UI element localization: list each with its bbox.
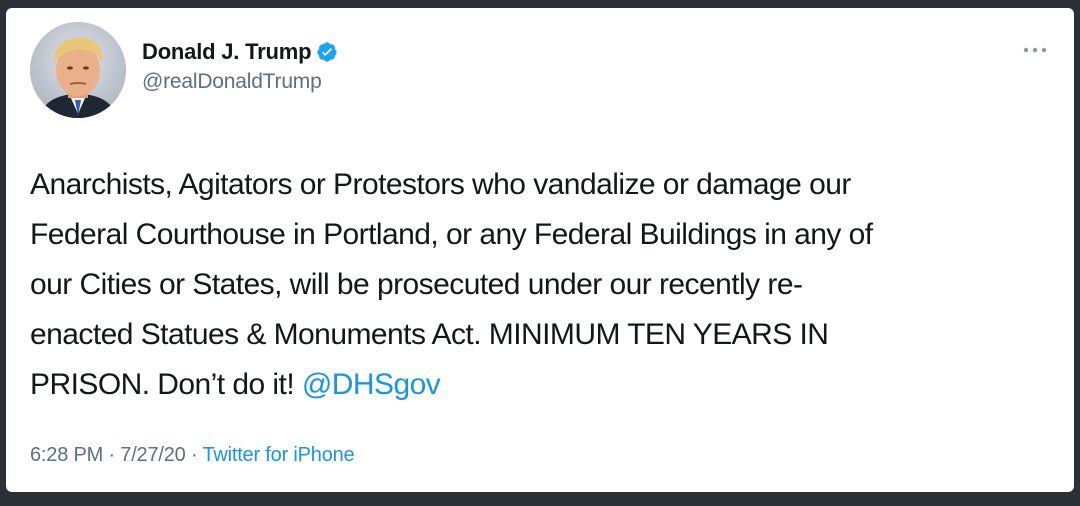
meta-separator: · [185, 444, 203, 466]
screenshot-frame: Donald J. Trump @realDonaldTrump Anarchi… [0, 0, 1080, 506]
author-handle[interactable]: @realDonaldTrump [142, 70, 338, 94]
author-display-name[interactable]: Donald J. Trump [142, 39, 312, 65]
tweet-text-segment: PRISON. Don’t do it! [30, 368, 302, 401]
mention-link[interactable]: @DHSgov [302, 368, 441, 401]
tweet-text-line: enacted Statues & Monuments Act. MINIMUM… [30, 318, 829, 351]
tweet-text-line-last: PRISON. Don’t do it! @DHSgov [30, 360, 1040, 410]
verified-badge-icon [316, 41, 338, 63]
meta-separator: · [103, 444, 121, 466]
tweet-text-line: Federal Courthouse in Portland, or any F… [30, 218, 873, 251]
avatar[interactable] [30, 22, 126, 118]
tweet-header: Donald J. Trump @realDonaldTrump [142, 38, 338, 94]
tweet-time[interactable]: 6:28 PM [30, 444, 103, 466]
profile-photo-icon [30, 22, 126, 118]
tweet-meta: 6:28 PM · 7/27/20 · Twitter for iPhone [30, 444, 355, 467]
more-options-icon[interactable] [1022, 42, 1048, 53]
tweet-card: Donald J. Trump @realDonaldTrump Anarchi… [6, 8, 1074, 492]
tweet-text-line: our Cities or States, will be prosecuted… [30, 268, 803, 301]
tweet-source-link[interactable]: Twitter for iPhone [202, 444, 354, 466]
tweet-date[interactable]: 7/27/20 [120, 444, 186, 466]
name-row: Donald J. Trump [142, 38, 338, 66]
tweet-text-line: Anarchists, Agitators or Protestors who … [30, 168, 851, 201]
tweet-text: Anarchists, Agitators or Protestors who … [30, 160, 1040, 410]
